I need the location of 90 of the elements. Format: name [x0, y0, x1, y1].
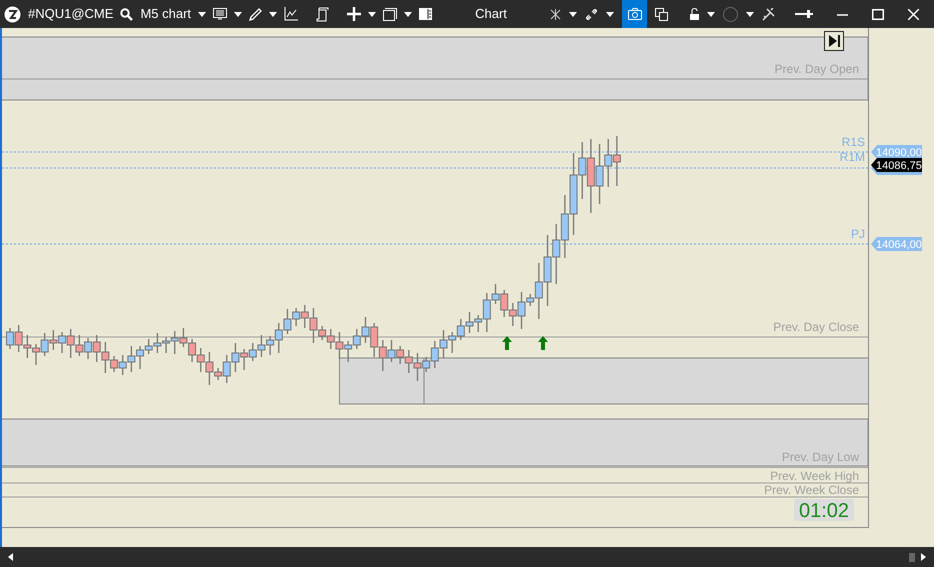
- panel-icon[interactable]: [419, 8, 432, 20]
- candle: [257, 335, 266, 357]
- current-price-tag: 14086,75: [871, 158, 922, 172]
- caret-icon[interactable]: [368, 12, 376, 16]
- caret-icon[interactable]: [234, 12, 242, 16]
- caret-icon[interactable]: [269, 12, 278, 16]
- candle: [596, 144, 604, 204]
- candle: [612, 136, 621, 186]
- candle: [75, 335, 84, 356]
- logo-icon[interactable]: [4, 6, 21, 22]
- candle: [153, 333, 162, 353]
- candle: [544, 235, 552, 306]
- candle: [118, 355, 127, 375]
- candle: [378, 340, 387, 371]
- candle: [240, 349, 248, 370]
- candle: [370, 323, 378, 357]
- circle-icon[interactable]: [723, 6, 738, 22]
- search-icon[interactable]: [120, 8, 134, 20]
- candle: [352, 329, 361, 349]
- maximize-icon[interactable]: [872, 8, 884, 20]
- level-label: Prev. Day Low: [782, 450, 859, 464]
- caret-icon[interactable]: [606, 12, 614, 16]
- candle: [283, 309, 292, 334]
- candle: [66, 329, 75, 358]
- link-icon[interactable]: [585, 8, 598, 20]
- plus-icon[interactable]: [347, 7, 362, 21]
- candle: [500, 290, 508, 317]
- caret-icon[interactable]: [569, 12, 577, 16]
- caret-icon[interactable]: [746, 12, 754, 16]
- scroll-left-icon[interactable]: [8, 553, 13, 561]
- candle: [23, 335, 32, 358]
- symbol-label[interactable]: #NQU1@CME: [28, 4, 114, 24]
- document-icon[interactable]: [316, 6, 330, 22]
- pivot-label: PJ: [850, 227, 865, 241]
- level-label: Prev. Day Close: [773, 320, 859, 334]
- price-tag: 14064,00: [871, 237, 922, 251]
- pencil-icon[interactable]: [249, 8, 262, 20]
- candle: [127, 346, 136, 372]
- candle: [387, 340, 396, 362]
- candle: [58, 332, 66, 353]
- copy-icon[interactable]: [655, 8, 668, 20]
- candle: [40, 333, 49, 356]
- candle: [344, 341, 352, 362]
- candle: [361, 317, 370, 343]
- camera-icon: [628, 8, 642, 20]
- caret-icon[interactable]: [198, 12, 206, 16]
- candle: [604, 139, 612, 187]
- scrollbar-thumb[interactable]: [909, 552, 915, 562]
- crosshair-icon[interactable]: [550, 8, 561, 20]
- close-icon[interactable]: [908, 8, 919, 20]
- candle: [188, 339, 196, 362]
- caret-icon[interactable]: [707, 12, 715, 16]
- candle: [552, 224, 560, 284]
- candle: [456, 319, 465, 340]
- scroll-right-icon[interactable]: [921, 553, 926, 561]
- arrow-up-icon: [502, 336, 512, 350]
- window-title: Chart: [475, 6, 507, 22]
- tools-icon[interactable]: [762, 8, 775, 20]
- candle: [231, 343, 240, 372]
- candle: [448, 332, 456, 353]
- list-icon[interactable]: [213, 8, 228, 20]
- lock-icon[interactable]: [690, 8, 699, 20]
- level-label: Prev. Week Close: [764, 483, 859, 497]
- scroll-to-end-button[interactable]: [824, 31, 844, 51]
- candle: [84, 338, 92, 359]
- candle: [560, 195, 569, 258]
- candle: [14, 325, 23, 352]
- candle: [396, 346, 404, 364]
- pivot-label: R1M: [840, 150, 865, 164]
- candle: [404, 350, 413, 373]
- candle: [179, 328, 188, 347]
- price-tag: 14090,00: [871, 145, 922, 159]
- timeframe-label[interactable]: M5 chart: [140, 4, 192, 24]
- candle: [196, 348, 205, 372]
- pin-icon[interactable]: [795, 10, 813, 18]
- pivot-label: R1S: [842, 135, 865, 149]
- arrow-up-icon: [538, 336, 548, 350]
- bar-timer: 01:02: [794, 499, 854, 522]
- candle: [49, 330, 58, 350]
- line-chart-icon[interactable]: [284, 7, 298, 21]
- candle: [92, 335, 101, 362]
- level-label: Prev. Week High: [770, 469, 859, 483]
- candle: [335, 332, 344, 359]
- candle: [248, 343, 257, 361]
- window-icon[interactable]: [383, 8, 398, 20]
- candle: [326, 329, 335, 349]
- level-label: Prev. Day Open: [774, 62, 859, 76]
- caret-icon[interactable]: [404, 12, 412, 16]
- candle: [292, 308, 300, 326]
- camera-button[interactable]: [622, 0, 647, 28]
